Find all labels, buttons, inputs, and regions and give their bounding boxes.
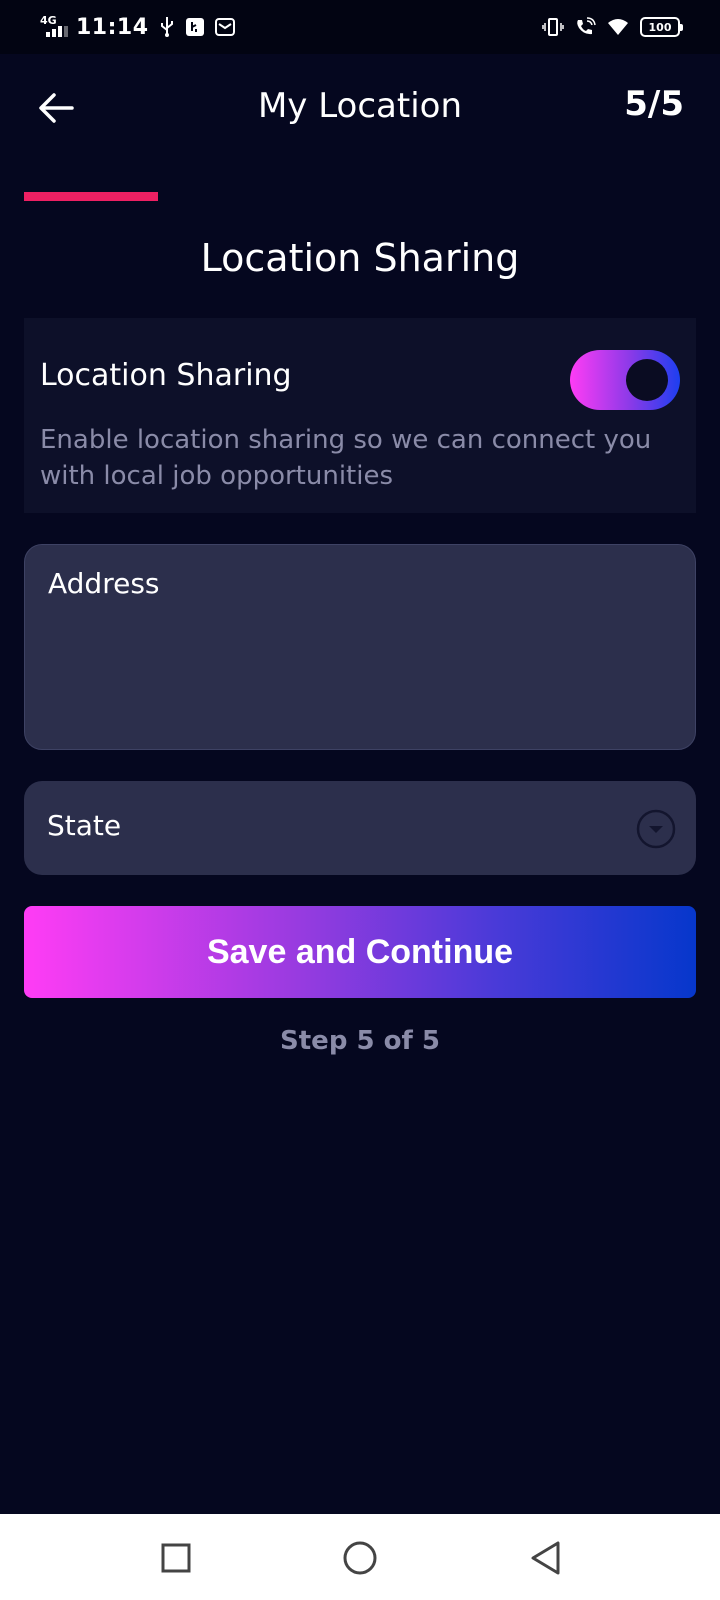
triangle-back-icon bbox=[531, 1541, 560, 1575]
network-type: 4G bbox=[40, 14, 57, 27]
vibrate-icon bbox=[542, 17, 564, 37]
state-placeholder: State bbox=[47, 809, 122, 842]
progress-bar bbox=[24, 192, 696, 201]
location-sharing-toggle[interactable] bbox=[570, 350, 680, 410]
wifi-calling-icon bbox=[574, 17, 596, 37]
status-bar-left: 4G 11:14 bbox=[40, 15, 235, 40]
system-nav-bar bbox=[0, 1514, 720, 1600]
square-icon bbox=[161, 1543, 191, 1573]
page-title: My Location bbox=[257, 86, 463, 126]
status-time: 11:14 bbox=[76, 14, 149, 40]
battery-icon: 100 bbox=[640, 17, 683, 37]
usb-icon bbox=[159, 16, 175, 38]
chevron-down-icon bbox=[636, 809, 676, 853]
step-counter: 5/5 bbox=[624, 84, 684, 124]
progress-bar-fill bbox=[24, 192, 159, 201]
address-field[interactable]: Address bbox=[24, 544, 696, 750]
back-nav-button[interactable] bbox=[524, 1536, 568, 1580]
circle-icon bbox=[343, 1541, 377, 1575]
wifi-icon bbox=[606, 17, 630, 37]
home-button[interactable] bbox=[338, 1536, 382, 1580]
section-title: Location Sharing bbox=[200, 236, 520, 280]
status-bar-right: 100 bbox=[542, 17, 683, 37]
address-placeholder: Address bbox=[48, 567, 160, 600]
usb-debug-icon bbox=[185, 17, 205, 37]
location-sharing-card: Location Sharing Enable location sharing… bbox=[24, 318, 696, 513]
mail-icon bbox=[214, 17, 235, 37]
step-indicator-text: Step 5 of 5 bbox=[280, 1026, 440, 1056]
status-bar: 4G 11:14 100 bbox=[0, 0, 720, 54]
location-sharing-description: Enable location sharing so we can connec… bbox=[40, 425, 652, 491]
state-dropdown[interactable]: State bbox=[24, 781, 696, 875]
recents-button[interactable] bbox=[154, 1536, 198, 1580]
location-sharing-label: Location Sharing bbox=[40, 358, 292, 393]
save-and-continue-button[interactable]: Save and Continue bbox=[24, 906, 696, 998]
network-signal-icon: 4G bbox=[40, 14, 68, 39]
app-header: My Location 5/5 bbox=[0, 60, 720, 160]
toggle-knob bbox=[626, 359, 668, 401]
